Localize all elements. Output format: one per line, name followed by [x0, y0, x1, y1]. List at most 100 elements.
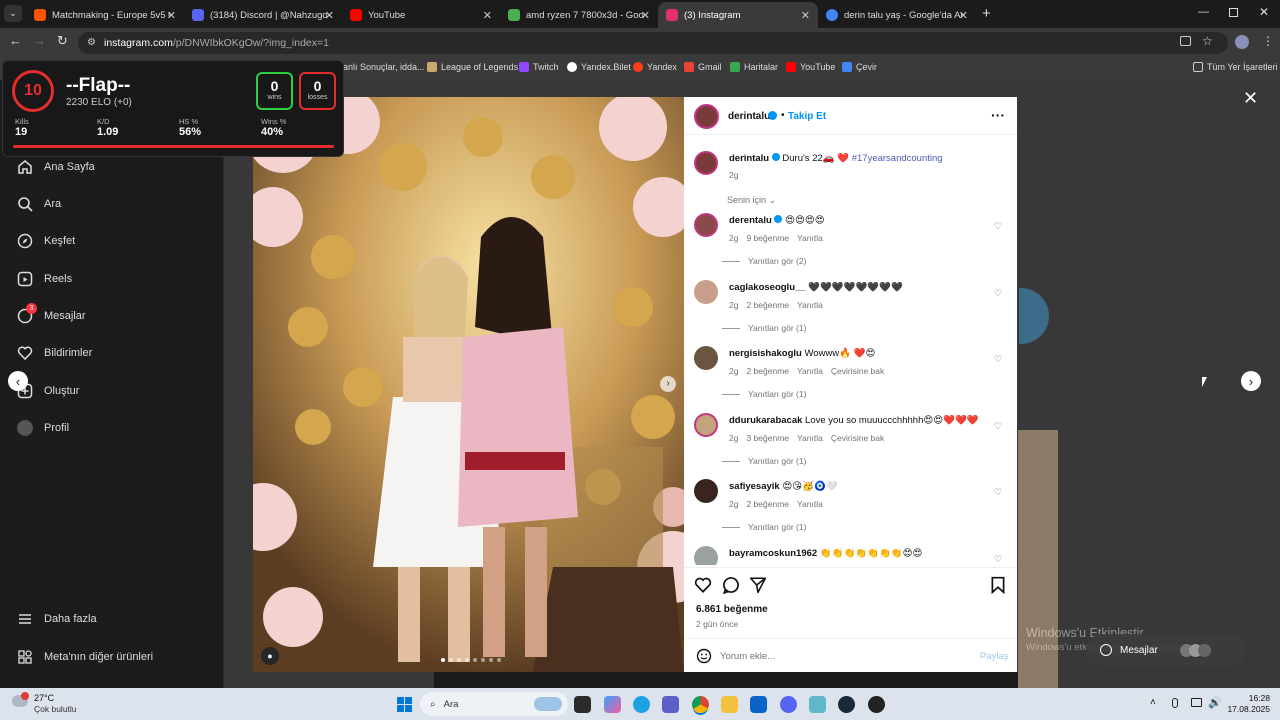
- bookmark-star-icon[interactable]: ☆: [1202, 34, 1213, 48]
- bookmark-yandex[interactable]: Yandex: [633, 62, 677, 72]
- install-app-icon[interactable]: [1180, 36, 1191, 46]
- discord-icon[interactable]: [780, 696, 797, 713]
- chrome-icon[interactable]: [692, 696, 709, 713]
- bookmark-sonuclar[interactable]: anlı Sonuçlar, idda...: [343, 62, 425, 72]
- messages-floating-button[interactable]: Mesajlar: [1086, 634, 1246, 666]
- comment-avatar[interactable]: [694, 479, 718, 503]
- microphone-icon[interactable]: [1172, 698, 1178, 708]
- start-button[interactable]: [397, 697, 412, 712]
- bookmark-lol[interactable]: League of Legends: [427, 62, 518, 72]
- bookmark-cevir[interactable]: Çevir: [842, 62, 877, 72]
- tab-matchmaking[interactable]: Matchmaking - Europe 5v5 Qu ✕: [26, 2, 184, 28]
- bookmark-haritalar[interactable]: Haritalar: [730, 62, 778, 72]
- view-replies[interactable]: Yanıtları gör (2): [722, 256, 806, 266]
- sidebar-item-more[interactable]: Daha fazla: [16, 610, 97, 628]
- bookmark-gmail[interactable]: Gmail: [684, 62, 722, 72]
- close-window-button[interactable]: ✕: [1259, 5, 1269, 19]
- like-comment-icon[interactable]: ♡: [993, 221, 1003, 231]
- bookmark-youtube[interactable]: YouTube: [786, 62, 835, 72]
- new-tab-button[interactable]: +: [982, 5, 991, 22]
- photo-next-button[interactable]: ›: [660, 376, 676, 392]
- author-avatar[interactable]: [694, 104, 719, 129]
- steam-icon[interactable]: [838, 696, 855, 713]
- caption-username[interactable]: derintalu: [729, 153, 769, 164]
- sidebar-item-explore[interactable]: Keşfet: [16, 232, 75, 250]
- comment-avatar[interactable]: [694, 546, 718, 565]
- comment-avatar[interactable]: [694, 413, 718, 437]
- sidebar-item-notifications[interactable]: Bildirimler: [16, 344, 92, 362]
- forward-button[interactable]: →: [33, 33, 46, 48]
- close-tab-icon[interactable]: ✕: [483, 9, 492, 22]
- show-hidden-icons[interactable]: ˄: [1150, 697, 1156, 708]
- browser-menu-icon[interactable]: ⋮: [1262, 34, 1274, 48]
- like-comment-icon[interactable]: ♡: [993, 487, 1003, 497]
- weather-widget[interactable]: 27°C Çok bulutlu: [12, 692, 102, 716]
- comment-avatar[interactable]: [694, 280, 718, 304]
- close-tab-icon[interactable]: ✕: [167, 9, 176, 22]
- like-comment-icon[interactable]: ♡: [993, 354, 1003, 364]
- profile-avatar[interactable]: [1235, 35, 1249, 49]
- view-replies[interactable]: Yanıtları gör (1): [722, 389, 806, 399]
- post-photo[interactable]: › ●: [253, 97, 684, 672]
- sidebar-item-profile[interactable]: Profil: [16, 419, 69, 437]
- author-avatar[interactable]: [694, 151, 718, 175]
- tab-youtube[interactable]: YouTube ✕: [342, 2, 500, 28]
- teams-icon[interactable]: [662, 696, 679, 713]
- network-app-icon[interactable]: [809, 696, 826, 713]
- sidebar-item-reels[interactable]: Reels: [16, 270, 72, 288]
- volume-icon[interactable]: 🔊: [1208, 696, 1222, 709]
- follow-button[interactable]: Takip Et: [788, 111, 826, 122]
- close-tab-icon[interactable]: ✕: [959, 9, 968, 22]
- reload-button[interactable]: ↻: [57, 33, 68, 49]
- caption-hashtag[interactable]: #17yearsandcounting: [852, 153, 943, 164]
- close-tab-icon[interactable]: ✕: [801, 9, 810, 22]
- next-post-button[interactable]: ›: [1241, 371, 1261, 391]
- restore-button[interactable]: [1229, 8, 1238, 17]
- edge-icon[interactable]: [633, 696, 650, 713]
- comment-avatar[interactable]: [694, 213, 718, 237]
- tab-google-ryzen[interactable]: amd ryzen 7 7800x3d - Google ✕: [500, 2, 658, 28]
- close-modal-icon[interactable]: ✕: [1243, 88, 1258, 109]
- all-bookmarks[interactable]: Tüm Yer İşaretleri: [1193, 62, 1278, 72]
- clock[interactable]: 16:28 17.08.2025: [1226, 693, 1270, 715]
- address-bar[interactable]: ⚙ instagram.com/p/DNWIbkOKgOw/?img_index…: [78, 32, 1228, 54]
- comment-avatar[interactable]: [694, 346, 718, 370]
- tab-discord[interactable]: (3184) Discord | @Nahzugo ✕: [184, 2, 342, 28]
- like-comment-icon[interactable]: ♡: [993, 421, 1003, 431]
- faceit-app-icon[interactable]: [868, 696, 885, 713]
- task-view-icon[interactable]: [574, 696, 591, 713]
- close-tab-icon[interactable]: ✕: [325, 9, 334, 22]
- site-info-icon[interactable]: ⚙: [87, 37, 96, 48]
- sidebar-item-messages[interactable]: 3 Mesajlar: [16, 303, 86, 325]
- comment-icon[interactable]: [722, 576, 740, 597]
- author-username[interactable]: derintalu: [728, 111, 770, 122]
- save-bookmark-icon[interactable]: [990, 576, 1006, 597]
- bookmark-twitch[interactable]: Twitch: [519, 62, 559, 72]
- share-icon[interactable]: [749, 576, 767, 597]
- prev-post-button[interactable]: ‹: [8, 371, 28, 391]
- sidebar-item-home[interactable]: Ana Sayfa: [16, 158, 95, 176]
- tab-search-button[interactable]: ⌄: [4, 5, 22, 22]
- sidebar-item-search[interactable]: Ara: [16, 195, 61, 213]
- more-options-icon[interactable]: ···: [991, 107, 1005, 123]
- tab-instagram[interactable]: (3) Instagram ✕: [658, 2, 818, 28]
- post-comment-button[interactable]: Paylaş: [980, 651, 1009, 662]
- like-icon[interactable]: [694, 576, 712, 597]
- file-explorer-icon[interactable]: [721, 696, 738, 713]
- taskbar-search[interactable]: ⌕ Ara: [420, 692, 568, 716]
- outlook-icon[interactable]: [750, 696, 767, 713]
- like-comment-icon[interactable]: ♡: [993, 288, 1003, 298]
- close-tab-icon[interactable]: ✕: [641, 9, 650, 22]
- copilot-icon[interactable]: [604, 696, 621, 713]
- view-replies[interactable]: Yanıtları gör (1): [722, 323, 806, 333]
- view-replies[interactable]: Yanıtları gör (1): [722, 522, 806, 532]
- tagged-users-icon[interactable]: ●: [261, 647, 279, 665]
- back-button[interactable]: ←: [9, 33, 22, 48]
- minimize-button[interactable]: —: [1198, 6, 1209, 18]
- comment-input[interactable]: [720, 648, 970, 665]
- sidebar-item-meta[interactable]: Meta'nın diğer ürünleri: [16, 648, 153, 666]
- like-comment-icon[interactable]: ♡: [993, 554, 1003, 564]
- tab-google-derin[interactable]: derin talu yaş - Google'da Ara ✕: [818, 2, 976, 28]
- view-replies[interactable]: Yanıtları gör (1): [722, 456, 806, 466]
- likes-count[interactable]: 6.861 beğenme: [696, 604, 768, 615]
